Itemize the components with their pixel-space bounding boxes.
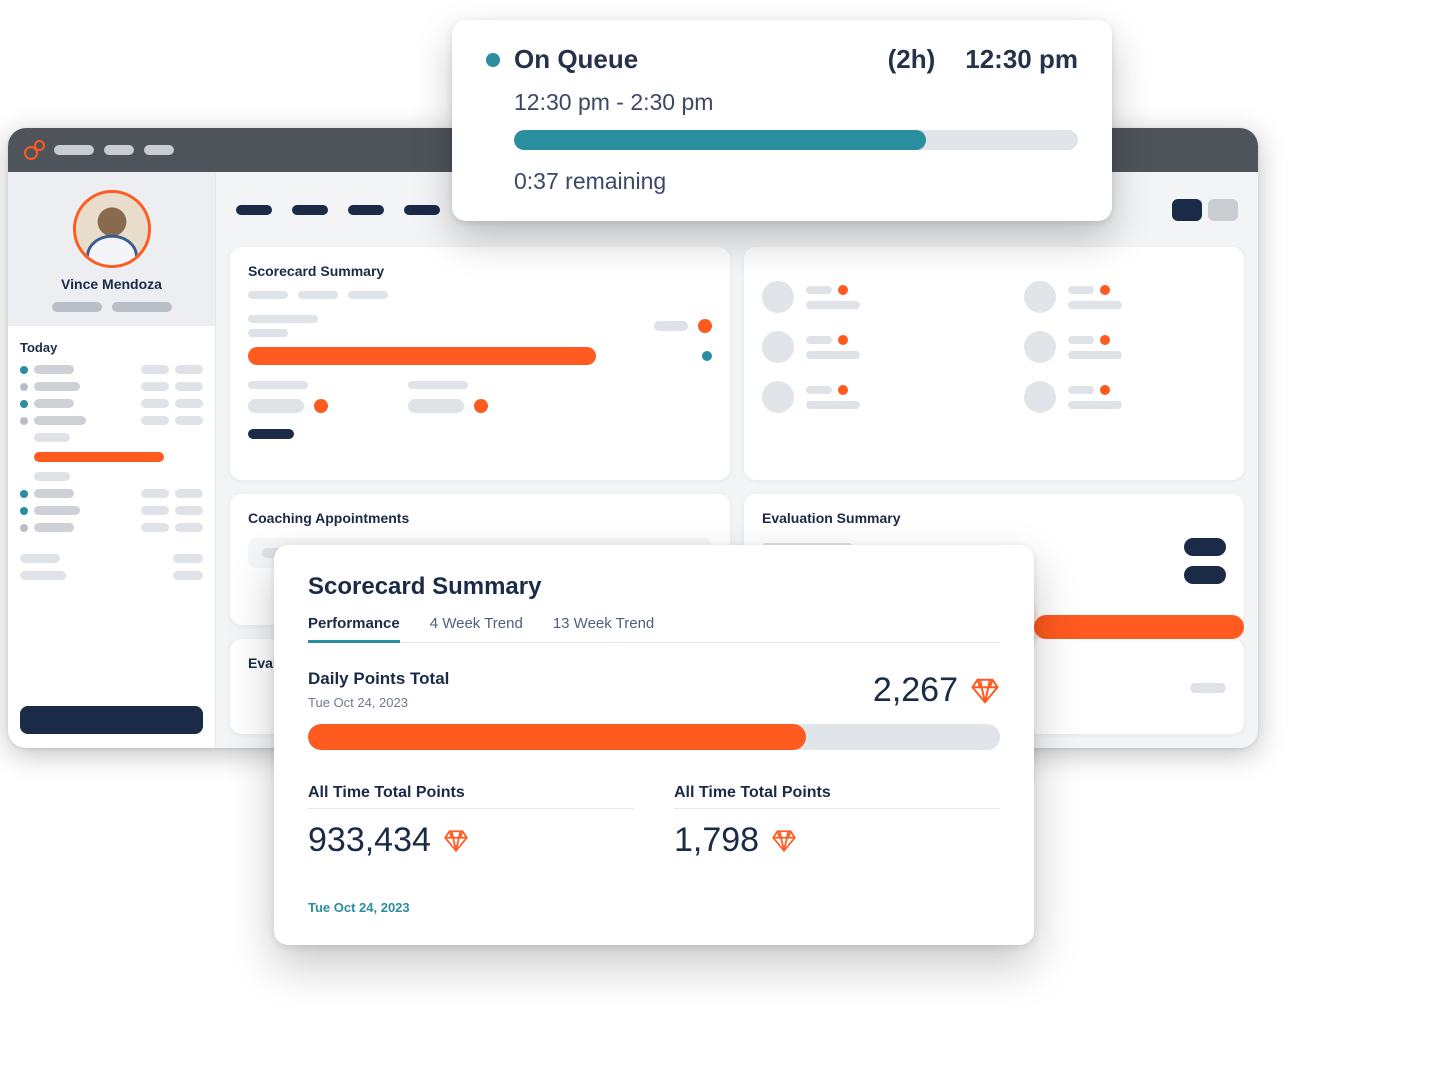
all-time-points-value: 933,434 bbox=[308, 821, 431, 860]
daily-points-label: Daily Points Total bbox=[308, 669, 449, 689]
status-dot-icon bbox=[486, 53, 500, 67]
kpi-item[interactable] bbox=[762, 381, 964, 413]
card-title: Scorecard Summary bbox=[248, 263, 712, 279]
queue-status-card: On Queue (2h) 12:30 pm 12:30 pm - 2:30 p… bbox=[452, 20, 1112, 221]
queue-progress-bar bbox=[514, 130, 1078, 150]
profile-meta-placeholder bbox=[112, 302, 172, 312]
queue-status-label: On Queue bbox=[514, 44, 638, 75]
tab-4-week-trend[interactable]: 4 Week Trend bbox=[430, 615, 523, 643]
avatar[interactable] bbox=[73, 190, 151, 268]
main-tab[interactable] bbox=[292, 205, 328, 215]
schedule-current-highlight bbox=[34, 452, 164, 462]
all-time-points-label: All Time Total Points bbox=[308, 784, 634, 809]
schedule-item[interactable] bbox=[20, 523, 203, 532]
scorecard-tabs: Performance 4 Week Trend 13 Week Trend bbox=[308, 615, 1000, 643]
tab-performance[interactable]: Performance bbox=[308, 615, 400, 643]
kpi-card bbox=[744, 247, 1244, 480]
sidebar-action-button[interactable] bbox=[20, 706, 203, 734]
scorecard-footer-date[interactable]: Tue Oct 24, 2023 bbox=[308, 900, 1000, 915]
schedule-item[interactable] bbox=[20, 382, 203, 391]
kpi-item[interactable] bbox=[1024, 381, 1226, 413]
titlebar-placeholder bbox=[54, 145, 94, 155]
main-tab[interactable] bbox=[404, 205, 440, 215]
scorecard-title: Scorecard Summary bbox=[308, 573, 1000, 601]
schedule-item[interactable] bbox=[20, 506, 203, 515]
sidebar: Vince Mendoza Today bbox=[8, 172, 216, 748]
schedule-item[interactable] bbox=[20, 399, 203, 408]
main-tab[interactable] bbox=[348, 205, 384, 215]
filter-pill[interactable] bbox=[1184, 566, 1226, 584]
status-dot-icon bbox=[698, 319, 712, 333]
kpi-item[interactable] bbox=[1024, 331, 1226, 363]
background-progress-accent bbox=[1034, 615, 1244, 639]
scorecard-detail-card: Scorecard Summary Performance 4 Week Tre… bbox=[274, 545, 1034, 945]
profile-meta-placeholder bbox=[52, 302, 102, 312]
gem-icon bbox=[970, 676, 1000, 706]
daily-points-value: 2,267 bbox=[873, 671, 958, 710]
schedule-item[interactable] bbox=[20, 489, 203, 498]
daily-points-progress bbox=[308, 724, 1000, 750]
kpi-item[interactable] bbox=[1024, 281, 1226, 313]
avatar-placeholder-icon bbox=[76, 193, 148, 265]
today-section: Today bbox=[8, 326, 215, 594]
schedule-item[interactable] bbox=[20, 365, 203, 374]
schedule-item[interactable] bbox=[20, 416, 203, 425]
queue-current-time: 12:30 pm bbox=[965, 44, 1078, 75]
app-logo-icon bbox=[24, 140, 44, 160]
card-title: Coaching Appointments bbox=[248, 510, 712, 526]
scorecard-summary-card: Scorecard Summary bbox=[230, 247, 730, 480]
titlebar-placeholder bbox=[144, 145, 174, 155]
gem-icon bbox=[443, 828, 469, 854]
kpi-item[interactable] bbox=[762, 281, 964, 313]
card-title: Evaluation Summary bbox=[762, 510, 1226, 526]
main-tab[interactable] bbox=[236, 205, 272, 215]
queue-time-remaining: 0:37 remaining bbox=[514, 168, 1078, 195]
view-toggle-list[interactable] bbox=[1208, 199, 1238, 221]
daily-points-date: Tue Oct 24, 2023 bbox=[308, 695, 449, 710]
profile-card: Vince Mendoza bbox=[8, 172, 215, 326]
view-toggle-grid[interactable] bbox=[1172, 199, 1202, 221]
kpi-item[interactable] bbox=[762, 331, 964, 363]
profile-name: Vince Mendoza bbox=[18, 276, 205, 292]
all-time-points-value-b: 1,798 bbox=[674, 821, 759, 860]
titlebar-placeholder bbox=[104, 145, 134, 155]
status-dot-icon bbox=[702, 351, 712, 361]
today-heading: Today bbox=[20, 340, 203, 355]
filter-pill[interactable] bbox=[1184, 538, 1226, 556]
tab-13-week-trend[interactable]: 13 Week Trend bbox=[553, 615, 654, 643]
gem-icon bbox=[771, 828, 797, 854]
queue-duration: (2h) bbox=[888, 44, 936, 75]
all-time-points-label-b: All Time Total Points bbox=[674, 784, 1000, 809]
queue-time-range: 12:30 pm - 2:30 pm bbox=[514, 89, 1078, 116]
progress-bar bbox=[248, 347, 596, 365]
